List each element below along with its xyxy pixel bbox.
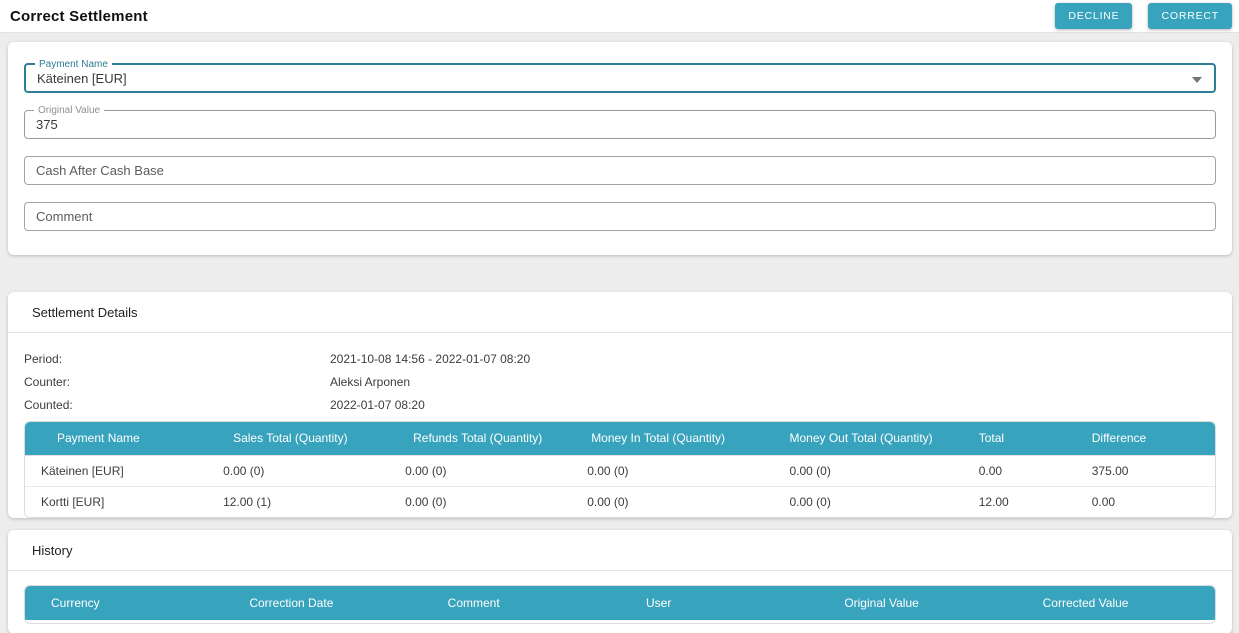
col-currency: Currency: [25, 586, 223, 620]
page-title: Correct Settlement: [10, 8, 148, 25]
payment-name-value: Käteinen [EUR]: [26, 71, 138, 86]
original-value-input: [25, 111, 1215, 138]
table-row: Käteinen [EUR] 0.00 (0) 0.00 (0) 0.00 (0…: [25, 455, 1215, 486]
decline-button[interactable]: DECLINE: [1055, 3, 1132, 29]
col-sales-total: Sales Total (Quantity): [207, 422, 389, 455]
cell-refunds-total: 0.00 (0): [389, 455, 571, 486]
cell-money-in-total: 0.00 (0): [571, 455, 773, 486]
cell-money-out-total: 0.00 (0): [773, 455, 962, 486]
col-refunds-total: Refunds Total (Quantity): [389, 422, 571, 455]
cell-sales-total: 0.00 (0): [207, 455, 389, 486]
counted-label: Counted:: [24, 398, 330, 412]
settlement-details-title: Settlement Details: [8, 292, 1232, 333]
chevron-down-icon: [1192, 77, 1202, 83]
cell-sales-total: 12.00 (1): [207, 486, 389, 517]
correct-button[interactable]: CORRECT: [1148, 3, 1232, 29]
col-correction-date: Correction Date: [223, 586, 421, 620]
original-value-field-wrap: Original Value: [24, 110, 1216, 139]
table-row: Kortti [EUR] 12.00 (1) 0.00 (0) 0.00 (0)…: [25, 486, 1215, 517]
counter-value: Aleksi Arponen: [330, 375, 410, 389]
col-difference: Difference: [1076, 422, 1215, 455]
correction-form-card: Payment Name Käteinen [EUR] Original Val…: [8, 42, 1232, 255]
cell-difference: 0.00: [1076, 486, 1215, 517]
settlement-summary: Period: 2021-10-08 14:56 - 2022-01-07 08…: [8, 333, 1232, 412]
col-payment-name: Payment Name: [25, 422, 207, 455]
history-table-wrap: Currency Correction Date Comment User Or…: [24, 585, 1216, 624]
col-user: User: [620, 586, 818, 620]
period-row: Period: 2021-10-08 14:56 - 2022-01-07 08…: [24, 352, 1216, 366]
cash-after-cash-base-input[interactable]: [25, 157, 1215, 184]
cell-total: 12.00: [963, 486, 1076, 517]
cell-payment-name: Kortti [EUR]: [25, 486, 207, 517]
comment-input[interactable]: [25, 203, 1215, 230]
col-original-value: Original Value: [818, 586, 1016, 620]
cell-payment-name: Käteinen [EUR]: [25, 455, 207, 486]
cell-total: 0.00: [963, 455, 1076, 486]
header-actions: DECLINE CORRECT: [1055, 3, 1232, 29]
cell-refunds-total: 0.00 (0): [389, 486, 571, 517]
top-bar: Correct Settlement DECLINE CORRECT: [0, 0, 1239, 33]
cell-money-in-total: 0.00 (0): [571, 486, 773, 517]
col-money-out-total: Money Out Total (Quantity): [773, 422, 962, 455]
counted-row: Counted: 2022-01-07 08:20: [24, 398, 1216, 412]
col-comment: Comment: [422, 586, 620, 620]
settlement-table: Payment Name Sales Total (Quantity) Refu…: [25, 422, 1215, 517]
payment-name-select[interactable]: Payment Name Käteinen [EUR]: [24, 63, 1216, 93]
payment-name-label: Payment Name: [35, 59, 112, 70]
settlement-table-header-row: Payment Name Sales Total (Quantity) Refu…: [25, 422, 1215, 455]
period-value: 2021-10-08 14:56 - 2022-01-07 08:20: [330, 352, 530, 366]
history-title: History: [8, 530, 1232, 571]
comment-field-wrap: [24, 202, 1216, 231]
col-corrected-value: Corrected Value: [1017, 586, 1215, 620]
cash-after-cash-base-field-wrap: [24, 156, 1216, 185]
history-card: History Currency Correction Date Comment…: [8, 530, 1232, 633]
original-value-label: Original Value: [34, 105, 104, 116]
cell-money-out-total: 0.00 (0): [773, 486, 962, 517]
counter-label: Counter:: [24, 375, 330, 389]
col-money-in-total: Money In Total (Quantity): [571, 422, 773, 455]
history-table: Currency Correction Date Comment User Or…: [25, 586, 1215, 620]
history-table-header-row: Currency Correction Date Comment User Or…: [25, 586, 1215, 620]
counter-row: Counter: Aleksi Arponen: [24, 375, 1216, 389]
col-total: Total: [963, 422, 1076, 455]
settlement-table-wrap: Payment Name Sales Total (Quantity) Refu…: [24, 421, 1216, 518]
cell-difference: 375.00: [1076, 455, 1215, 486]
settlement-details-card: Settlement Details Period: 2021-10-08 14…: [8, 292, 1232, 518]
period-label: Period:: [24, 352, 330, 366]
counted-value: 2022-01-07 08:20: [330, 398, 425, 412]
